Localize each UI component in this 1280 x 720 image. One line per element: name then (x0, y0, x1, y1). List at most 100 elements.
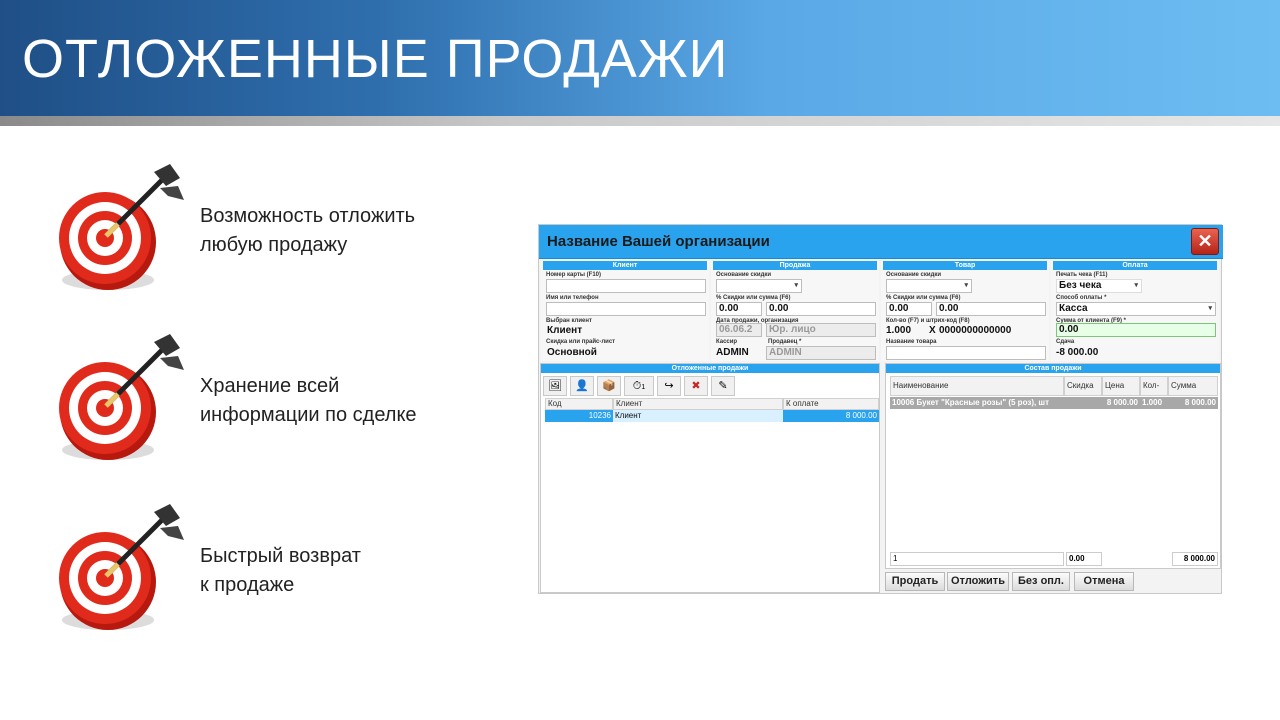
chevron-down-icon: ▾ (964, 282, 968, 289)
bullet-1: Возможность отложить любую продажу (50, 162, 510, 302)
slide-header-divider (0, 116, 1280, 126)
goods-panel: Товар Основание скидки ▾ % Скидки или су… (881, 261, 1049, 361)
return-arrow-icon[interactable]: ↪ (657, 376, 681, 396)
sale-org-select[interactable]: Юр. лицо (766, 323, 876, 337)
deferred-sales-section: Отложенные продажи 🖼 👤 📦 ⏱1 ↪ ✖ ✎ Код Кл… (540, 363, 880, 593)
box-icon[interactable]: 📦 (597, 376, 621, 396)
payment-panel: Оплата Печать чека (F11) Без чека ▾ Спосо… (1051, 261, 1219, 361)
column-header-client[interactable]: Клиент (613, 398, 783, 410)
payment-method-select[interactable]: Касса ▾ (1056, 302, 1216, 316)
goods-name-input[interactable] (886, 346, 1046, 360)
client-sum-input[interactable]: 0.00 (1056, 323, 1216, 337)
chosen-client-value: Клиент (547, 325, 583, 336)
goods-discount-basis-label: Основание скидки (886, 272, 942, 278)
payment-method-label: Способ оплаты * (1056, 295, 1107, 301)
chevron-down-icon: ▾ (794, 282, 798, 289)
slide-header: ОТЛОЖЕННЫЕ ПРОДАЖИ (0, 0, 1280, 116)
goods-discount-basis-select[interactable]: ▾ (886, 279, 972, 293)
sale-date-input[interactable]: 06.06.2 (716, 323, 762, 337)
card-number-label: Номер карты (F10) (546, 272, 602, 278)
cashier-value: ADMIN (716, 347, 749, 358)
row-client: Клиент (613, 410, 783, 422)
goods-percent-input[interactable]: 0.00 (886, 302, 932, 316)
sale-discount-basis-select[interactable]: ▾ (716, 279, 802, 293)
goods-sum-input[interactable]: 0.00 (936, 302, 1046, 316)
column-header-price[interactable]: Цена (1102, 376, 1140, 396)
chevron-down-icon: ▾ (1134, 282, 1138, 289)
deferred-sales-header: Отложенные продажи (541, 364, 879, 373)
sale-composition-header: Состав продажи (886, 364, 1220, 373)
column-header-discount[interactable]: Скидка (1064, 376, 1102, 396)
qty-barcode-label: Кол-во (F7) и штрих-код (F8) (886, 318, 970, 324)
client-panel-header: Клиент (543, 261, 707, 270)
print-receipt-select[interactable]: Без чека ▾ (1056, 279, 1142, 293)
column-header-qty[interactable]: Кол-во (1140, 376, 1168, 408)
bullet-1-line-1: Возможность отложить (200, 205, 416, 227)
row-price: 8 000.00 (1102, 397, 1140, 409)
goods-name-label: Название товара (886, 339, 937, 345)
payment-panel-header: Оплата (1053, 261, 1217, 270)
target-icon (59, 504, 184, 630)
row-code: 10236 (545, 410, 613, 422)
bullet-2-line-2: информации по сделке (200, 404, 417, 426)
sale-percent-label: % Скидки или сумма (F6) (716, 295, 791, 301)
defer-button[interactable]: Отложить (947, 572, 1009, 591)
app-window: Название Вашей организации ✕ Клиент Номе… (538, 224, 1223, 594)
column-header-amount[interactable]: К оплате (783, 398, 879, 410)
target-icon (59, 334, 184, 460)
sale-sum-input[interactable]: 0.00 (766, 302, 876, 316)
card-number-input[interactable] (546, 279, 706, 293)
target-icon (59, 164, 184, 290)
chosen-client-label: Выбран клиент (546, 318, 592, 324)
sell-button[interactable]: Продать (885, 572, 945, 591)
clock-icon[interactable]: ⏱1 (624, 376, 654, 396)
cashier-label: Кассир (716, 339, 738, 345)
column-header-code[interactable]: Код (545, 398, 613, 410)
price-list-label: Скидка или прайс-лист (546, 339, 616, 345)
row-name: 10006 Букет "Красные розы" (5 роз), шт (890, 397, 1064, 409)
client-name-input[interactable] (546, 302, 706, 316)
column-header-sum[interactable]: Сумма (1168, 376, 1218, 396)
cancel-button[interactable]: Отмена (1074, 572, 1134, 591)
bullet-1-line-2: любую продажу (200, 234, 348, 256)
user-icon[interactable]: 👤 (570, 376, 594, 396)
change-value: -8 000.00 (1056, 347, 1099, 358)
deferred-count-badge: 1 (641, 384, 646, 391)
chevron-down-icon: ▾ (1208, 305, 1212, 312)
seller-select[interactable]: ADMIN (766, 346, 876, 360)
delete-icon[interactable]: ✖ (684, 376, 708, 396)
seller-label: Продавец * (768, 339, 802, 345)
row-sum: 8 000.00 (1168, 397, 1218, 409)
sale-panel-header: Продажа (713, 261, 877, 270)
bullet-3-line-1: Быстрый возврат (200, 545, 361, 567)
change-label: Сдача (1056, 339, 1075, 345)
no-payment-button[interactable]: Без опл. (1012, 572, 1070, 591)
print-receipt-label: Печать чека (F11) (1056, 272, 1108, 278)
client-panel: Клиент Номер карты (F10) Имя или телефон… (541, 261, 709, 361)
edit-icon[interactable]: ✎ (711, 376, 735, 396)
price-list-value: Основной (547, 347, 597, 358)
app-title: Название Вашей организации (547, 233, 770, 250)
client-name-label: Имя или телефон (546, 295, 599, 301)
barcode-input[interactable]: 0000000000000 (939, 325, 1011, 336)
picture-icon[interactable]: 🖼 (543, 376, 567, 396)
bullet-3-line-2: к продаже (200, 574, 295, 596)
bullet-2-line-1: Хранение всей (200, 375, 340, 397)
footer-count: 1 (890, 552, 1064, 566)
goods-panel-header: Товар (883, 261, 1047, 270)
slide-title: ОТЛОЖЕННЫЕ ПРОДАЖИ (22, 29, 729, 89)
row-qty: 1.000 (1140, 397, 1168, 409)
column-header-name[interactable]: Наименование (890, 376, 1064, 396)
app-titlebar: Название Вашей организации ✕ (539, 225, 1223, 259)
goods-percent-label: % Скидки или сумма (F6) (886, 295, 961, 301)
bullet-2: Хранение всей информации по сделке (50, 332, 510, 472)
sale-discount-basis-label: Основание скидки (716, 272, 772, 278)
footer-discount: 0.00 (1066, 552, 1102, 566)
footer-sum: 8 000.00 (1172, 552, 1218, 566)
sale-percent-input[interactable]: 0.00 (716, 302, 762, 316)
bullet-3: Быстрый возврат к продаже (50, 502, 510, 642)
qty-input[interactable]: 1.000 (886, 325, 911, 336)
row-discount (1064, 397, 1102, 409)
close-icon[interactable]: ✕ (1191, 228, 1219, 255)
multiply-sign: X (929, 325, 936, 336)
